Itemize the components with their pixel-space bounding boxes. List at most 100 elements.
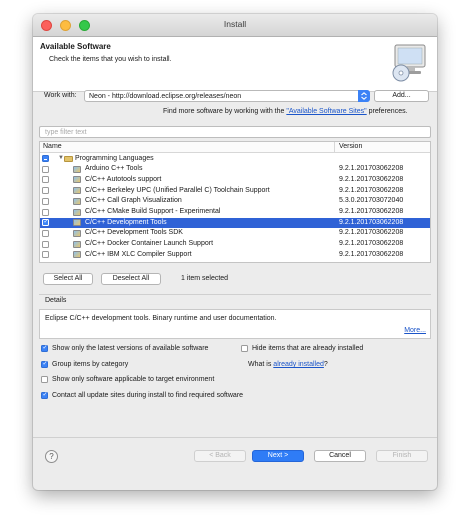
feature-version: 5.3.0.201703072040 xyxy=(339,197,404,205)
row-checkbox[interactable] xyxy=(42,218,49,227)
feature-name: C/C++ Autotools support xyxy=(85,175,162,183)
add-site-button[interactable]: Add... xyxy=(374,90,429,102)
feature-name: C/C++ Call Graph Visualization xyxy=(85,197,182,205)
row-checkbox[interactable] xyxy=(42,208,49,216)
feature-version: 9.2.1.201703062208 xyxy=(339,165,404,173)
details-text: Eclipse C/C++ development tools. Binary … xyxy=(45,315,277,322)
feature-version: 9.2.1.201703062208 xyxy=(339,229,404,237)
row-checkbox[interactable] xyxy=(42,240,49,248)
row-checkbox[interactable] xyxy=(42,187,49,195)
category-checkbox[interactable] xyxy=(42,155,49,162)
work-with-value: Neon - http://download.eclipse.org/relea… xyxy=(89,92,242,100)
install-wizard-icon xyxy=(392,44,426,82)
feature-name: C/C++ Berkeley UPC (Unified Parallel C) … xyxy=(85,186,270,194)
what-is-prefix: What is xyxy=(248,361,272,368)
feature-name: Arduino C++ Tools xyxy=(85,165,143,173)
table-row[interactable]: C/C++ CMake Build Support - Experimental… xyxy=(40,207,430,218)
name-column-header[interactable]: Name xyxy=(43,143,62,150)
details-panel: Eclipse C/C++ development tools. Binary … xyxy=(39,309,431,339)
feature-version: 9.2.1.201703062208 xyxy=(339,208,404,215)
feature-version: 9.2.1.201703062208 xyxy=(339,218,404,226)
next-button[interactable]: Next > xyxy=(252,450,304,462)
filter-input[interactable]: type filter text xyxy=(39,126,431,138)
chevron-up-down-icon xyxy=(361,92,367,100)
table-row-selected[interactable]: C/C++ Development Tools 9.2.1.2017030622… xyxy=(40,217,430,229)
table-row[interactable]: C/C++ Docker Container Launch Support 9.… xyxy=(40,239,430,250)
category-row-programming-languages[interactable]: ▼ Programming Languages xyxy=(40,154,430,165)
feature-icon xyxy=(73,251,81,259)
table-row[interactable]: C/C++ Berkeley UPC (Unified Parallel C) … xyxy=(40,186,430,197)
hint-prefix: Find more software by working with the xyxy=(163,108,285,115)
feature-icon xyxy=(73,229,81,237)
select-all-button[interactable]: Select All xyxy=(43,273,93,285)
window-title: Install xyxy=(223,19,247,29)
hide-installed-checkbox[interactable] xyxy=(241,345,248,352)
title-bar: Install xyxy=(33,14,437,37)
category-folder-icon xyxy=(64,155,73,162)
software-table: Name Version ▼ Programming Languages Ard… xyxy=(39,141,431,263)
contact-update-sites-label[interactable]: Contact all update sites during install … xyxy=(52,392,243,399)
already-installed-hint: What is already installed? xyxy=(248,361,328,368)
table-header: Name Version xyxy=(40,142,430,153)
latest-versions-label[interactable]: Show only the latest versions of availab… xyxy=(52,345,208,352)
feature-icon xyxy=(73,219,81,227)
column-divider[interactable] xyxy=(334,142,335,152)
more-link[interactable]: More... xyxy=(404,327,426,334)
row-checkbox[interactable] xyxy=(42,165,49,173)
already-installed-link[interactable]: already installed xyxy=(273,361,324,368)
table-row[interactable]: C/C++ Call Graph Visualization 5.3.0.201… xyxy=(40,196,430,207)
cancel-button[interactable]: Cancel xyxy=(314,450,366,462)
hint-suffix: preferences. xyxy=(368,108,408,115)
feature-icon xyxy=(73,240,81,248)
row-checkbox[interactable] xyxy=(42,176,49,184)
feature-name: C/C++ IBM XLC Compiler Support xyxy=(85,250,192,258)
feature-name: C/C++ Development Tools SDK xyxy=(85,229,183,237)
filter-placeholder: type filter text xyxy=(45,128,87,136)
feature-version: 9.2.1.201703062208 xyxy=(339,250,404,258)
latest-versions-checkbox[interactable] xyxy=(41,344,48,352)
details-label: Details xyxy=(45,297,67,304)
feature-icon xyxy=(73,208,81,216)
feature-icon xyxy=(73,187,81,195)
row-checkbox[interactable] xyxy=(42,251,49,259)
hide-installed-label[interactable]: Hide items that are already installed xyxy=(252,345,363,352)
combo-dropdown-button[interactable] xyxy=(358,90,370,102)
row-checkbox[interactable] xyxy=(42,197,49,205)
back-button[interactable]: < Back xyxy=(194,450,246,462)
table-row[interactable]: C/C++ IBM XLC Compiler Support 9.2.1.201… xyxy=(40,250,430,261)
table-row[interactable]: Arduino C++ Tools 9.2.1.201703062208 xyxy=(40,164,430,175)
help-button[interactable]: ? xyxy=(45,450,58,463)
feature-name: C/C++ CMake Build Support - Experimental xyxy=(85,208,221,215)
feature-icon xyxy=(73,197,81,205)
footer-divider xyxy=(33,437,437,438)
feature-icon xyxy=(73,176,81,184)
selection-status: 1 item selected xyxy=(181,275,229,282)
feature-version: 9.2.1.201703062208 xyxy=(339,186,404,194)
target-environment-checkbox[interactable] xyxy=(41,376,48,383)
category-label: Programming Languages xyxy=(75,154,154,162)
table-row[interactable]: C/C++ Autotools support 9.2.1.2017030622… xyxy=(40,175,430,186)
feature-name: C/C++ Docker Container Launch Support xyxy=(85,240,214,248)
target-environment-label[interactable]: Show only software applicable to target … xyxy=(52,376,214,383)
finish-button[interactable]: Finish xyxy=(376,450,428,462)
contact-update-sites-checkbox[interactable] xyxy=(41,391,48,399)
work-with-combo[interactable]: Neon - http://download.eclipse.org/relea… xyxy=(84,90,370,102)
group-by-category-checkbox[interactable] xyxy=(41,360,48,368)
deselect-all-button[interactable]: Deselect All xyxy=(101,273,161,285)
feature-version: 9.2.1.201703062208 xyxy=(339,175,404,183)
work-with-label: Work with: xyxy=(44,92,77,99)
what-is-suffix: ? xyxy=(323,361,328,368)
feature-version: 9.2.1.201703062208 xyxy=(339,240,404,248)
page-description: Check the items that you wish to install… xyxy=(49,56,172,63)
row-checkbox[interactable] xyxy=(42,229,49,237)
feature-icon xyxy=(73,165,81,173)
available-sites-hint: Find more software by working with the "… xyxy=(163,108,408,115)
details-divider xyxy=(39,294,431,295)
page-title: Available Software xyxy=(40,42,111,51)
version-column-header[interactable]: Version xyxy=(339,143,362,150)
available-software-sites-link[interactable]: "Available Software Sites" xyxy=(286,108,366,115)
group-by-category-label[interactable]: Group items by category xyxy=(52,361,128,368)
feature-name: C/C++ Development Tools xyxy=(85,218,167,226)
table-row[interactable]: C/C++ Development Tools SDK 9.2.1.201703… xyxy=(40,228,430,239)
wizard-header: Available Software Check the items that … xyxy=(33,37,437,92)
